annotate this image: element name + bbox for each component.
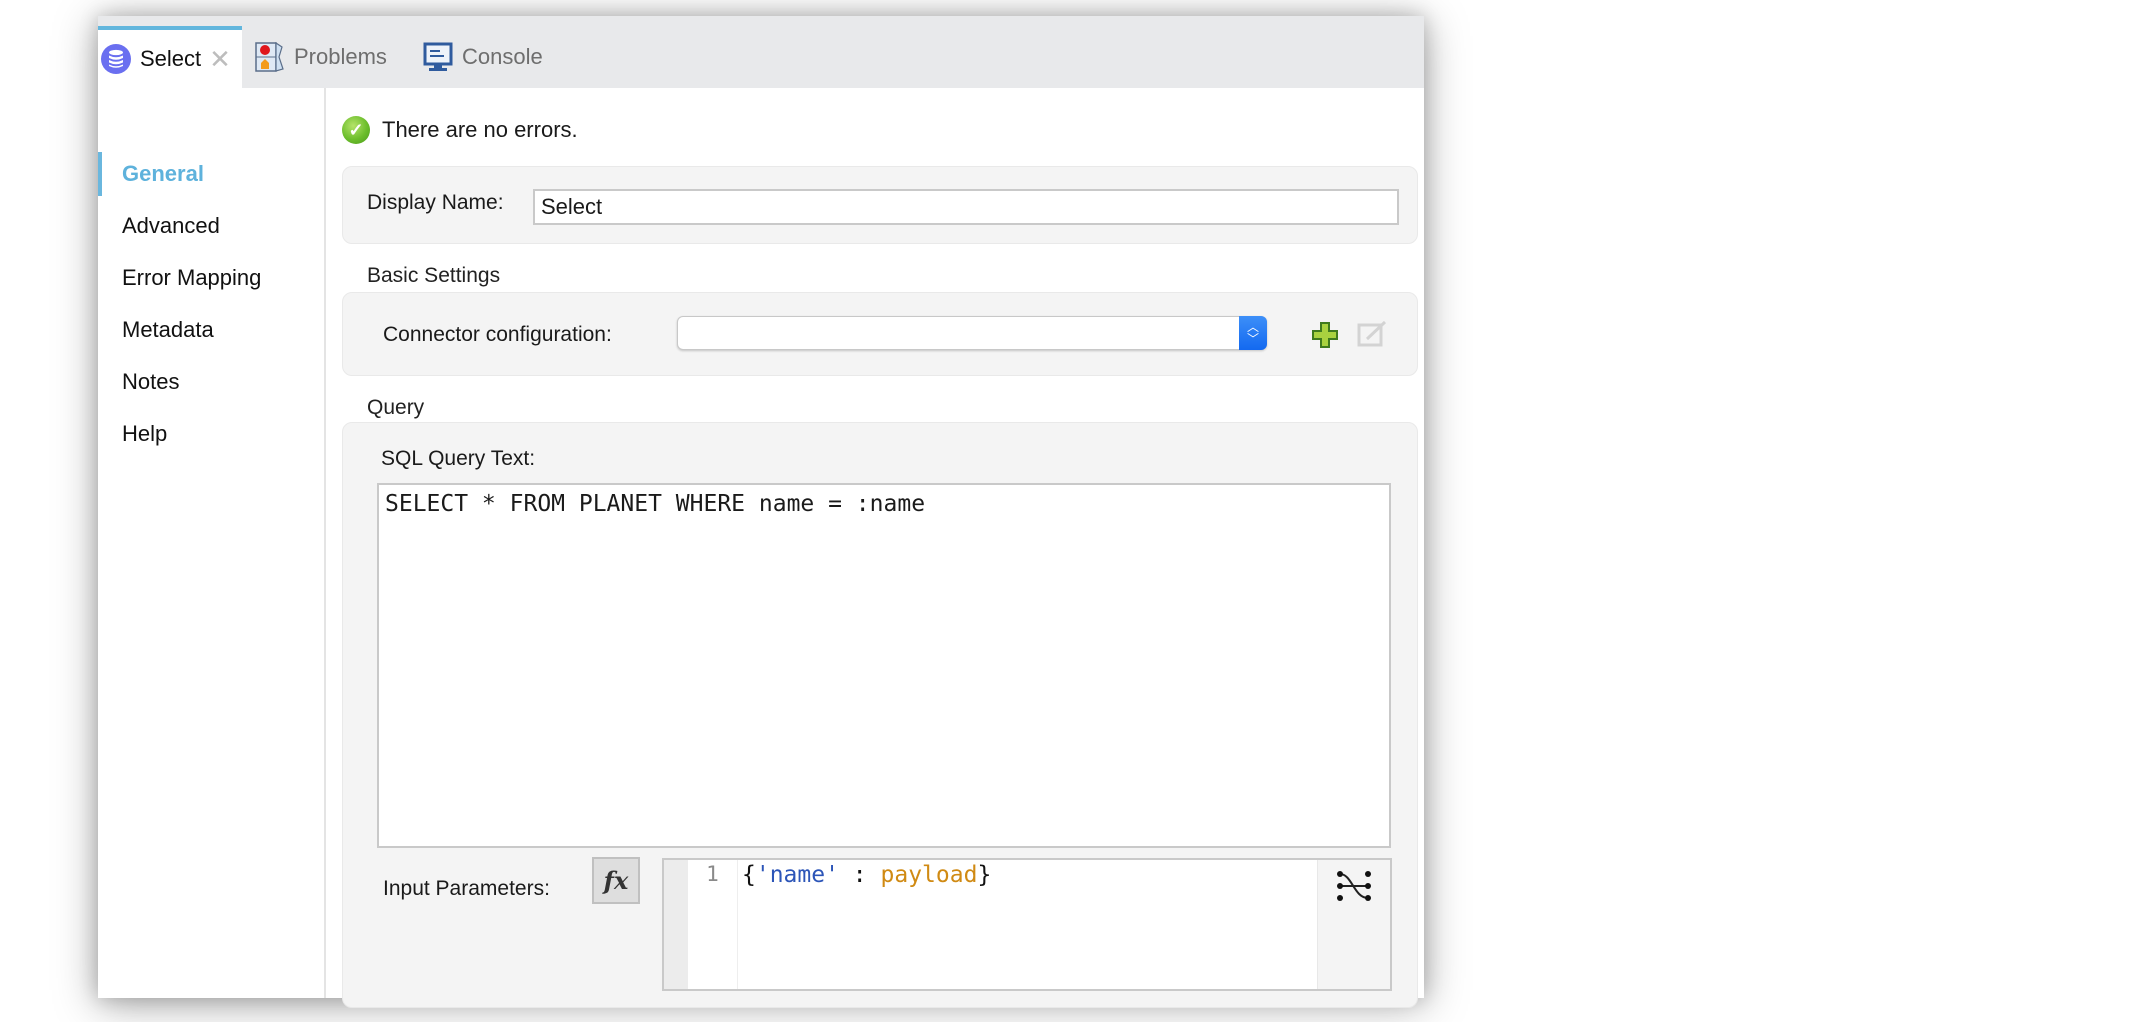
tab-select[interactable]: Select ✕ xyxy=(98,26,242,88)
sidebar: General Advanced Error Mapping Metadata … xyxy=(98,88,326,998)
token-key: 'name' xyxy=(755,862,839,888)
tab-problems-label: Problems xyxy=(294,44,387,69)
sidebar-item-error-mapping[interactable]: Error Mapping xyxy=(98,256,324,300)
console-icon xyxy=(422,41,454,73)
input-parameters-label: Input Parameters: xyxy=(383,877,550,900)
display-name-label: Display Name: xyxy=(367,191,504,214)
check-circle-icon: ✓ xyxy=(342,116,370,144)
token-separator: : xyxy=(838,862,881,888)
mapping-icon[interactable] xyxy=(1336,868,1372,909)
problems-icon xyxy=(254,41,286,73)
database-icon xyxy=(100,43,132,75)
input-parameters-editor[interactable]: 1 {'name' : payload} xyxy=(662,858,1392,991)
edit-icon[interactable] xyxy=(1357,319,1389,354)
basic-settings-group: Connector configuration: ︿ ﹀ xyxy=(342,292,1418,376)
properties-window: Select ✕ Problems Console General Advanc… xyxy=(98,16,1424,1008)
sql-query-textarea[interactable]: SELECT * FROM PLANET WHERE name = :name xyxy=(377,483,1391,848)
token-value: payload xyxy=(880,862,978,888)
tab-strip: Select ✕ Problems Console xyxy=(98,16,1424,88)
connector-config-select[interactable]: ︿ ﹀ xyxy=(677,316,1267,350)
fx-icon: fx xyxy=(603,866,629,895)
token-close-brace: } xyxy=(977,862,992,888)
tab-console-label: Console xyxy=(462,44,543,69)
editor-side-panel xyxy=(1317,860,1390,989)
query-title: Query xyxy=(367,396,425,419)
sidebar-item-general[interactable]: General xyxy=(98,152,324,196)
status-text: There are no errors. xyxy=(382,117,578,142)
sidebar-item-help[interactable]: Help xyxy=(98,412,324,456)
token-open-brace: { xyxy=(742,862,756,888)
basic-settings-title: Basic Settings xyxy=(367,264,501,287)
sql-query-text: SELECT * FROM PLANET WHERE name = :name xyxy=(385,491,926,517)
line-number: 1 xyxy=(688,860,738,989)
fx-expression-button[interactable]: fx xyxy=(592,857,640,904)
select-arrows-icon[interactable]: ︿ ﹀ xyxy=(1239,316,1267,350)
plus-icon[interactable] xyxy=(1311,321,1339,354)
sql-query-label: SQL Query Text: xyxy=(381,447,536,470)
connector-config-label: Connector configuration: xyxy=(383,323,612,346)
tab-console[interactable]: Console xyxy=(422,26,543,88)
content-area: ✓ There are no errors. Display Name: Sel… xyxy=(326,88,1424,1008)
sidebar-item-advanced[interactable]: Advanced xyxy=(98,204,324,248)
display-name-group: Display Name: Select xyxy=(342,166,1418,244)
editor-gutter xyxy=(664,860,688,989)
status-message: ✓ There are no errors. xyxy=(342,116,578,144)
editor-code-line: {'name' : payload} xyxy=(742,862,991,888)
display-name-value: Select xyxy=(541,194,603,219)
sidebar-item-metadata[interactable]: Metadata xyxy=(98,308,324,352)
close-icon[interactable]: ✕ xyxy=(209,46,231,72)
tab-select-label: Select xyxy=(140,46,202,71)
tab-problems[interactable]: Problems xyxy=(254,26,387,88)
display-name-input[interactable]: Select xyxy=(533,189,1399,225)
query-group: SQL Query Text: SELECT * FROM PLANET WHE… xyxy=(342,422,1418,1008)
sidebar-item-notes[interactable]: Notes xyxy=(98,360,324,404)
